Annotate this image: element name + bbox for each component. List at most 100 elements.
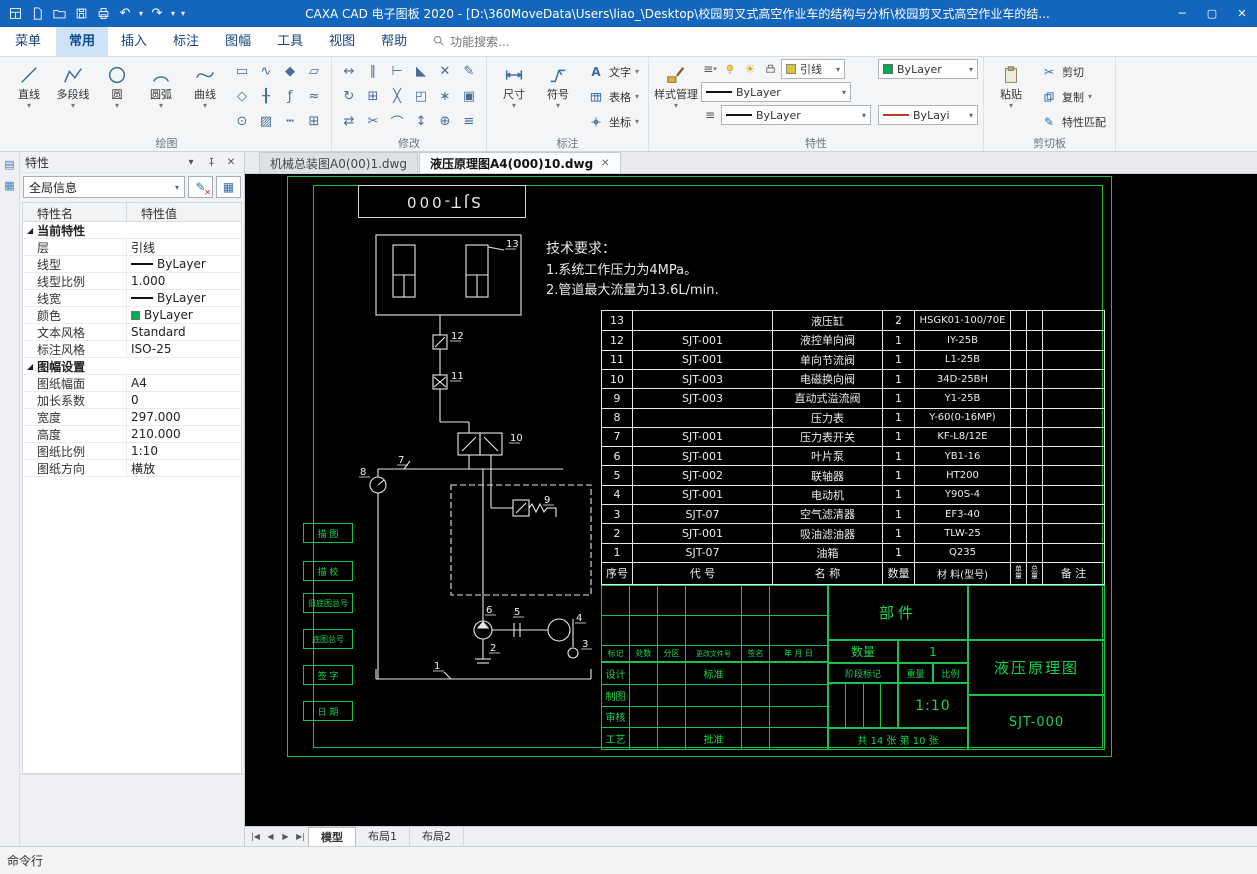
profile-icon[interactable]: ▱ bbox=[302, 59, 326, 84]
symbol-button[interactable]: 符号 ▾ bbox=[536, 59, 580, 110]
property-row[interactable]: 宽度 297.000 bbox=[23, 409, 241, 426]
undo-icon[interactable]: ↶ bbox=[114, 3, 136, 25]
circle-button[interactable]: 圆 ▾ bbox=[95, 59, 139, 110]
close-panel-icon[interactable]: ✕ bbox=[223, 154, 239, 170]
rectangle-icon[interactable]: ▭ bbox=[230, 59, 254, 84]
edit-icon[interactable]: ✎ bbox=[457, 59, 481, 84]
group-icon[interactable]: ▣ bbox=[457, 84, 481, 109]
clear-properties-button[interactable]: ✎ ✕ bbox=[188, 176, 213, 198]
property-group-row[interactable]: ◢ 图幅设置 bbox=[23, 358, 241, 375]
move-icon[interactable]: ↔ bbox=[337, 59, 361, 84]
polyline-button[interactable]: 多段线 ▾ bbox=[51, 59, 95, 110]
maximize-button[interactable]: ▢ bbox=[1197, 0, 1227, 27]
property-row[interactable]: 图纸方向 横放 bbox=[23, 460, 241, 477]
property-row[interactable]: 图纸幅面 A4 bbox=[23, 375, 241, 392]
polygon-icon[interactable]: ◇ bbox=[230, 84, 254, 109]
copy-button[interactable]: 复制 ▾ bbox=[1036, 84, 1110, 109]
app-icon[interactable] bbox=[4, 3, 26, 25]
rotate-icon[interactable]: ↻ bbox=[337, 84, 361, 109]
linetype-combo[interactable]: ByLayer ▾ bbox=[701, 82, 852, 102]
layer-on-icon[interactable] bbox=[721, 60, 739, 78]
last-sheet-icon[interactable]: ▶| bbox=[293, 832, 308, 841]
new-file-icon[interactable] bbox=[26, 3, 48, 25]
stretch-icon[interactable]: ↕ bbox=[409, 109, 433, 134]
first-sheet-icon[interactable]: |◀ bbox=[248, 832, 263, 841]
formula-curve-icon[interactable]: ƒ bbox=[278, 84, 302, 109]
coord-button[interactable]: 坐标 ▾ bbox=[583, 109, 643, 134]
offset-icon[interactable]: ∥ bbox=[361, 59, 385, 84]
curve-button[interactable]: 曲线 ▾ bbox=[183, 59, 227, 110]
break-icon[interactable]: ╳ bbox=[385, 84, 409, 109]
fill-icon[interactable]: ◆ bbox=[278, 59, 302, 84]
layer-freeze-icon[interactable]: ☀ bbox=[741, 60, 759, 78]
property-row[interactable]: 线型 ByLayer bbox=[23, 256, 241, 273]
centerline-icon[interactable]: ╂ bbox=[254, 84, 278, 109]
doc-tab-doc2[interactable]: 液压原理图A4(000)10.dwg ✕ bbox=[418, 152, 621, 173]
property-row[interactable]: 图纸比例 1:10 bbox=[23, 443, 241, 460]
dimension-button[interactable]: 尺寸 ▾ bbox=[492, 59, 536, 110]
property-row[interactable]: 线型比例 1.000 bbox=[23, 273, 241, 290]
property-row[interactable]: 颜色 ByLayer bbox=[23, 307, 241, 324]
join-icon[interactable]: ⊕ bbox=[433, 109, 457, 134]
close-button[interactable]: ✕ bbox=[1227, 0, 1257, 27]
table-button[interactable]: 表格 ▾ bbox=[583, 84, 643, 109]
redo-caret-icon[interactable]: ▾ bbox=[168, 3, 178, 25]
erase-icon[interactable]: ✕ bbox=[433, 59, 457, 84]
extend-icon[interactable]: ⊢ bbox=[385, 59, 409, 84]
menu-tab-home[interactable]: 常用 bbox=[56, 27, 109, 56]
scope-dropdown[interactable]: 全局信息 ▾ bbox=[23, 176, 185, 198]
menu-tab-tools[interactable]: 工具 bbox=[264, 27, 316, 56]
cut-button[interactable]: ✂ 剪切 bbox=[1036, 59, 1110, 84]
menu-tab-view[interactable]: 视图 bbox=[316, 27, 368, 56]
layer-combo[interactable]: 引线 ▾ bbox=[781, 59, 846, 79]
undo-caret-icon[interactable]: ▾ bbox=[136, 3, 146, 25]
property-row[interactable]: 层 引线 bbox=[23, 239, 241, 256]
menu-tab-sheet[interactable]: 图幅 bbox=[212, 27, 264, 56]
menu-button[interactable]: 菜单 bbox=[0, 27, 56, 56]
sheet-tab-model[interactable]: 模型 bbox=[308, 827, 356, 846]
wave-line-icon[interactable]: ≈ bbox=[302, 84, 326, 109]
text-button[interactable]: A 文字 ▾ bbox=[583, 59, 643, 84]
pick-object-button[interactable]: ▦ bbox=[216, 176, 241, 198]
properties-icon[interactable]: ≡ bbox=[457, 109, 481, 134]
save-icon[interactable] bbox=[70, 3, 92, 25]
redo-icon[interactable]: ↷ bbox=[146, 3, 168, 25]
lineweight-icon[interactable]: ≡ bbox=[701, 106, 719, 124]
property-group-row[interactable]: ◢ 当前特性 bbox=[23, 222, 241, 239]
layer-menu-icon[interactable]: ≡ ▾ bbox=[701, 60, 719, 78]
point-icon[interactable]: ⊙ bbox=[230, 109, 254, 134]
doc-tab-doc1[interactable]: 机械总装图A0(00)1.dwg bbox=[259, 152, 418, 173]
array-icon[interactable]: ⊞ bbox=[302, 109, 326, 134]
customize-caret-icon[interactable]: ▾ bbox=[178, 3, 188, 25]
search-input[interactable] bbox=[450, 34, 571, 49]
array-icon[interactable]: ⊞ bbox=[361, 84, 385, 109]
print-icon[interactable] bbox=[92, 3, 114, 25]
hatch-icon[interactable]: ▨ bbox=[254, 109, 278, 134]
command-line[interactable]: 命令行 bbox=[0, 846, 1257, 874]
panel-menu-caret-icon[interactable]: ▾ bbox=[183, 154, 199, 170]
lineweight-combo[interactable]: ByLayer ▾ bbox=[721, 105, 872, 125]
arc-button[interactable]: 圆弧 ▾ bbox=[139, 59, 183, 110]
menu-tab-annotation[interactable]: 标注 bbox=[160, 27, 212, 56]
menu-tab-help[interactable]: 帮助 bbox=[368, 27, 420, 56]
prev-sheet-icon[interactable]: ◀ bbox=[263, 832, 278, 841]
property-row[interactable]: 标注风格 ISO-25 bbox=[23, 341, 241, 358]
chamfer-icon[interactable]: ◣ bbox=[409, 59, 433, 84]
match-button[interactable]: ✎ 特性匹配 bbox=[1036, 109, 1110, 134]
menu-tab-insert[interactable]: 插入 bbox=[108, 27, 160, 56]
style-manager-button[interactable]: 样式管理 ▾ bbox=[654, 59, 698, 110]
properties-tab-icon[interactable]: ▤ bbox=[2, 156, 18, 172]
open-file-icon[interactable] bbox=[48, 3, 70, 25]
sheet-tab-layout1[interactable]: 布局1 bbox=[356, 827, 410, 846]
property-row[interactable]: 线宽 ByLayer bbox=[23, 290, 241, 307]
next-sheet-icon[interactable]: ▶ bbox=[278, 832, 293, 841]
property-row[interactable]: 加长系数 0 bbox=[23, 392, 241, 409]
property-row[interactable]: 文本风格 Standard bbox=[23, 324, 241, 341]
trim-icon[interactable]: ✂ bbox=[361, 109, 385, 134]
model-canvas[interactable]: SJT-000 技术要求： 1.系统工作压力为4MPa。 2.管道最大流量为13… bbox=[245, 174, 1257, 826]
color-combo[interactable]: ByLayer ▾ bbox=[878, 59, 979, 79]
layer-print-icon[interactable] bbox=[761, 60, 779, 78]
close-doc-icon[interactable]: ✕ bbox=[601, 158, 609, 169]
library-tab-icon[interactable]: ▦ bbox=[2, 177, 18, 193]
mirror-icon[interactable]: ⇄ bbox=[337, 109, 361, 134]
